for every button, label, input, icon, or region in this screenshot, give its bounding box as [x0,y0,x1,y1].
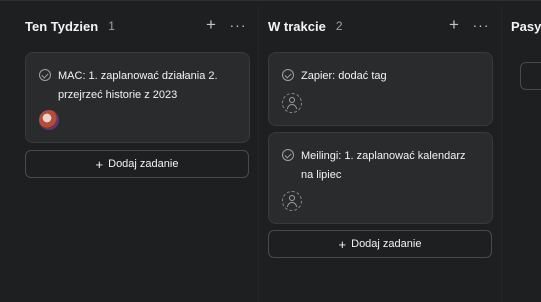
task-title: MAC: 1. zaplanować działania 2. przejrze… [58,70,218,101]
assignee-icon[interactable] [282,93,302,113]
plus-icon: + [338,236,347,252]
column-divider [258,6,259,302]
add-task-icon[interactable]: + [446,14,462,36]
check-circle-icon[interactable] [282,149,294,161]
check-circle-icon[interactable] [282,69,294,81]
user-avatar[interactable] [39,110,59,130]
column-title: Pasyw [511,18,541,34]
task-title: Meilingi: 1. zaplanować kalendarz na lip… [301,150,466,181]
top-divider [0,0,541,1]
add-task-label: Dodaj zadanie [351,238,422,250]
more-options-icon[interactable]: ··· [471,14,491,36]
task-title: Zapier: dodać tag [301,70,387,82]
add-task-icon[interactable]: + [203,14,219,36]
column-divider [501,6,502,302]
task-card[interactable]: MAC: 1. zaplanować działania 2. przejrze… [25,52,250,143]
task-card[interactable]: Zapier: dodać tag [268,52,493,126]
task-count: 2 [335,19,343,33]
plus-icon: + [95,156,104,172]
assignee-icon[interactable] [282,191,302,211]
task-card[interactable]: Meilingi: 1. zaplanować kalendarz na lip… [268,132,493,224]
check-circle-icon[interactable] [39,69,51,81]
column-header-w-trakcie: W trakcie 2 [268,16,343,36]
add-task-button[interactable]: + Dodaj zadanie [25,150,249,178]
column-title: Ten Tydzien [25,18,99,34]
add-task-label: Dodaj zadanie [108,158,179,170]
add-task-button[interactable] [520,62,541,90]
task-count: 1 [108,19,115,33]
column-header-pasyw: Pasyw [511,16,541,36]
column-title: W trakcie [268,18,326,34]
more-options-icon[interactable]: ··· [228,14,248,36]
column-header-ten-tydzien: Ten Tydzien 1 [25,16,115,36]
add-task-button[interactable]: + Dodaj zadanie [268,230,492,258]
